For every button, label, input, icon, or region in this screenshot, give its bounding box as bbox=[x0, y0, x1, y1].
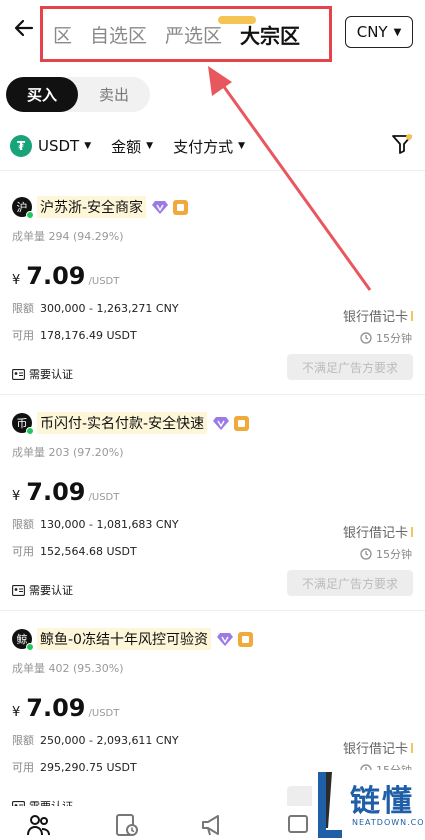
watermark-site: NEATDOWN.COM bbox=[352, 818, 425, 827]
annotation-arrow bbox=[208, 66, 372, 291]
watermark-l-mark bbox=[318, 772, 342, 838]
watermark-logo: 链懂 NEATDOWN.COM bbox=[312, 770, 425, 840]
watermark-title: 链懂 bbox=[350, 784, 414, 819]
p2p-market-screen: 区 自选区 严选区 大宗区 CNY ▼ 买入 卖出 ₮ USDT ▼ 金额 ▼ … bbox=[0, 0, 425, 840]
